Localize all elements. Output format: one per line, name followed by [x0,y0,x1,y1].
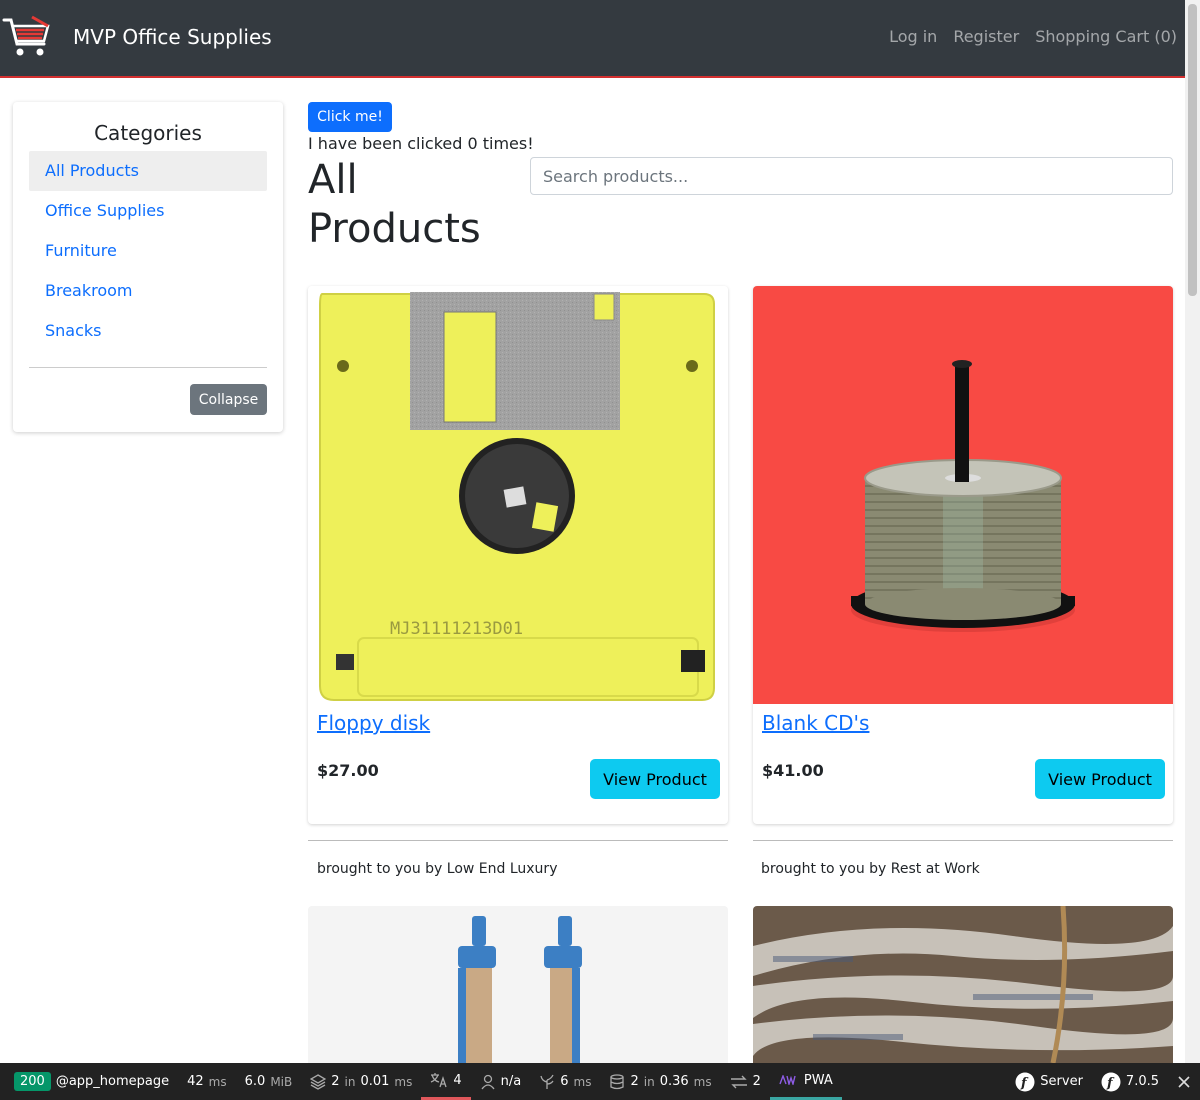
collapse-button[interactable]: Collapse [190,384,267,415]
time-unit: ms [208,1074,227,1089]
product-card: Blank CD's $41.00 View Product [753,286,1173,824]
card-divider [753,840,1173,841]
click-counter-text: I have been clicked 0 times! [308,134,534,153]
brand-name[interactable]: MVP Office Supplies [73,24,272,50]
db-unit: ms [693,1074,712,1089]
debug-twig[interactable]: 6 ms [530,1063,600,1100]
product-price: $41.00 [762,761,824,780]
category-office-supplies[interactable]: Office Supplies [29,191,267,231]
category-breakroom[interactable]: Breakroom [29,271,267,311]
product-name-link[interactable]: Blank CD's [762,710,869,736]
twig-icon [540,1074,554,1089]
view-product-button[interactable]: View Product [1035,759,1165,799]
twig-time: 6 [560,1074,569,1089]
click-me-button[interactable]: Click me! [308,102,392,132]
user-value: n/a [500,1074,522,1089]
product-card [753,906,1173,1063]
cache-count: 2 [331,1074,340,1089]
product-price: $27.00 [317,761,379,780]
time-value: 42 [187,1074,204,1089]
server-label: Server [1040,1074,1083,1089]
symfony-version: 7.0.5 [1125,1074,1159,1089]
svg-text:MJ31111213D01: MJ31111213D01 [390,619,523,639]
pwa-logo-icon [779,1075,796,1085]
debug-database[interactable]: 2 in 0.36 ms [600,1063,720,1100]
product-name-link[interactable]: Floppy disk [317,710,430,736]
database-icon [610,1073,625,1089]
route-name: @app_homepage [55,1074,170,1089]
categories-sidebar: Categories All Products Office Supplies … [13,102,283,432]
status-code-badge: 200 [14,1072,51,1091]
shopping-cart-logo-icon[interactable] [2,14,52,60]
blank-cds-image[interactable] [753,286,1173,704]
debug-close[interactable] [1168,1063,1200,1100]
db-time: 0.36 [659,1074,689,1089]
close-icon[interactable] [1177,1075,1191,1089]
debug-server[interactable]: f Server [1006,1063,1092,1100]
debug-right-group: f Server f 7.0.5 [1006,1063,1200,1100]
floppy-disk-image[interactable]: MJ31111213D01 [308,286,728,704]
page-title: All Products [308,157,481,252]
translation-count: 4 [453,1072,462,1088]
category-list: All Products Office Supplies Furniture B… [29,151,267,351]
newspapers-image[interactable] [753,906,1173,1063]
translation-icon [431,1073,447,1088]
search-input[interactable] [530,157,1173,195]
debug-translation[interactable]: 4 [421,1063,471,1100]
symfony-logo-icon: f [1101,1072,1121,1091]
pens-image[interactable] [308,906,728,1063]
cache-time: 0.01 [360,1074,390,1089]
navbar: MVP Office Supplies Log in Register Shop… [0,0,1185,78]
view-product-button[interactable]: View Product [590,759,720,799]
category-furniture[interactable]: Furniture [29,231,267,271]
symfony-logo-icon: f [1015,1072,1035,1091]
user-icon [481,1074,495,1089]
category-snacks[interactable]: Snacks [29,311,267,351]
register-link[interactable]: Register [945,26,1027,48]
http-count: 2 [752,1074,761,1089]
vendor-text: brought to you by Low End Luxury [317,861,558,877]
category-all-products[interactable]: All Products [29,151,267,191]
product-card [308,906,728,1063]
login-link[interactable]: Log in [881,26,945,48]
vendor-text: brought to you by Rest at Work [761,861,980,877]
http-arrows-icon [730,1075,747,1088]
pwa-label: PWA [803,1072,833,1088]
nav-links: Log in Register Shopping Cart (0) [881,26,1185,48]
sidebar-title: Categories [94,121,202,145]
twig-unit: ms [573,1074,592,1089]
symfony-debug-toolbar: 200 @app_homepage 42 ms 6.0 MiB 2 in 0.01 ms … [0,1063,1200,1100]
page-scrollbar-thumb[interactable] [1188,4,1197,296]
memory-unit: MiB [270,1074,293,1089]
cache-in: in [344,1074,356,1089]
debug-cache[interactable]: 2 in 0.01 ms [301,1063,421,1100]
cache-unit: ms [394,1074,413,1089]
debug-time[interactable]: 42 ms [178,1063,236,1100]
debug-status[interactable]: 200 @app_homepage [0,1063,178,1100]
sidebar-divider [29,367,267,368]
memory-value: 6.0 [244,1074,266,1089]
db-count: 2 [630,1074,639,1089]
card-divider [308,840,728,841]
cache-layers-icon [310,1073,327,1090]
product-card: MJ31111213D01 Floppy disk $27.00 View Pr… [308,286,728,824]
debug-http-client[interactable]: 2 [721,1063,770,1100]
db-in: in [643,1074,655,1089]
shopping-cart-link[interactable]: Shopping Cart (0) [1027,26,1185,48]
debug-user[interactable]: n/a [471,1063,531,1100]
debug-memory[interactable]: 6.0 MiB [236,1063,302,1100]
debug-symfony-version[interactable]: f 7.0.5 [1092,1063,1168,1100]
debug-pwa[interactable]: PWA [769,1063,842,1100]
